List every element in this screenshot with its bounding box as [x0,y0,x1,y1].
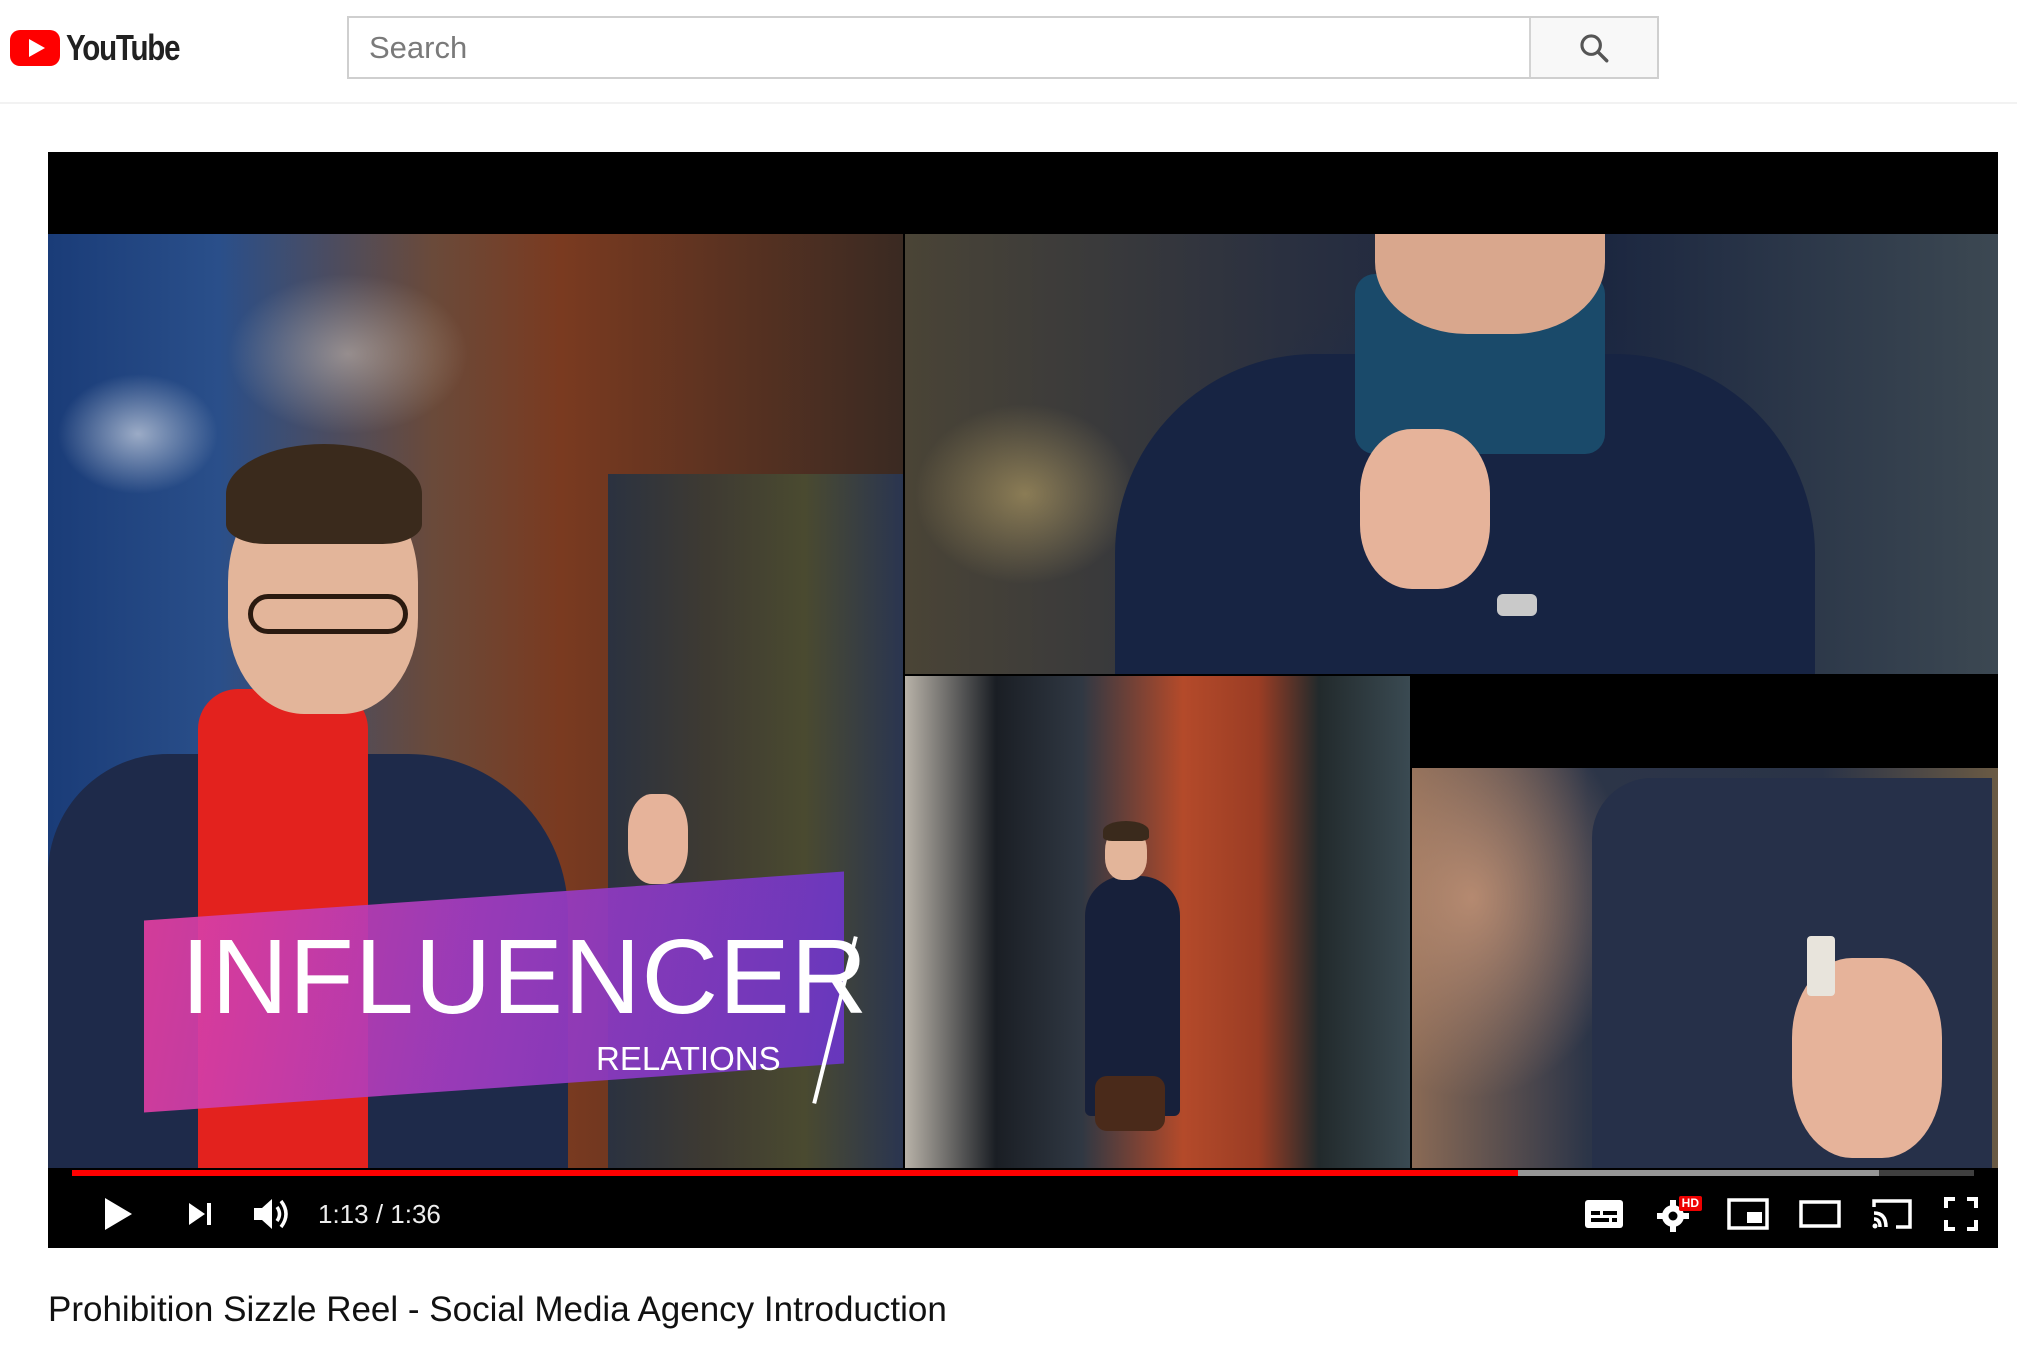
miniplayer-icon [1727,1198,1769,1230]
next-button[interactable] [176,1190,224,1238]
video-panel-collar [905,234,1998,674]
video-player[interactable]: INFLUENCER RELATIONS 1:13 / 1:36 HD [48,152,1998,1248]
time-display: 1:13 / 1:36 [318,1199,441,1229]
video-frame[interactable]: INFLUENCER RELATIONS [48,234,1998,1168]
youtube-play-logo-icon [10,30,60,66]
subtitles-button[interactable] [1578,1190,1630,1238]
hd-badge: HD [1678,1196,1702,1211]
cast-button[interactable] [1864,1190,1920,1238]
youtube-logo[interactable]: YouTube [10,27,204,68]
progress-bar[interactable] [72,1170,1974,1176]
search-input[interactable] [349,18,1529,77]
cast-icon [1872,1199,1912,1229]
play-button[interactable] [94,1190,142,1238]
miniplayer-button[interactable] [1720,1190,1776,1238]
fullscreen-button[interactable] [1936,1190,1986,1238]
search-button[interactable] [1529,18,1657,77]
video-title: Prohibition Sizzle Reel - Social Media A… [48,1290,947,1329]
video-panel-door [905,676,1410,1168]
volume-icon [254,1199,288,1229]
video-panel-pocket [1412,768,1998,1168]
theater-mode-icon [1799,1200,1841,1228]
overlay-subtitle: RELATIONS [596,1040,781,1077]
logo-text: YouTube [66,27,181,68]
subtitles-icon [1585,1200,1623,1228]
settings-button[interactable]: HD [1648,1190,1704,1238]
masthead: YouTube [0,0,2017,104]
play-icon [105,1198,132,1230]
search-icon [1580,33,1609,62]
fullscreen-icon [1944,1197,1978,1231]
volume-button[interactable] [246,1190,298,1238]
player-controls: 1:13 / 1:36 HD [48,1182,1998,1248]
overlay-title: INFLUENCER [181,918,869,1036]
next-icon [189,1203,211,1225]
theater-mode-button[interactable] [1792,1190,1848,1238]
progress-played [72,1170,1518,1176]
search-box [347,16,1659,79]
